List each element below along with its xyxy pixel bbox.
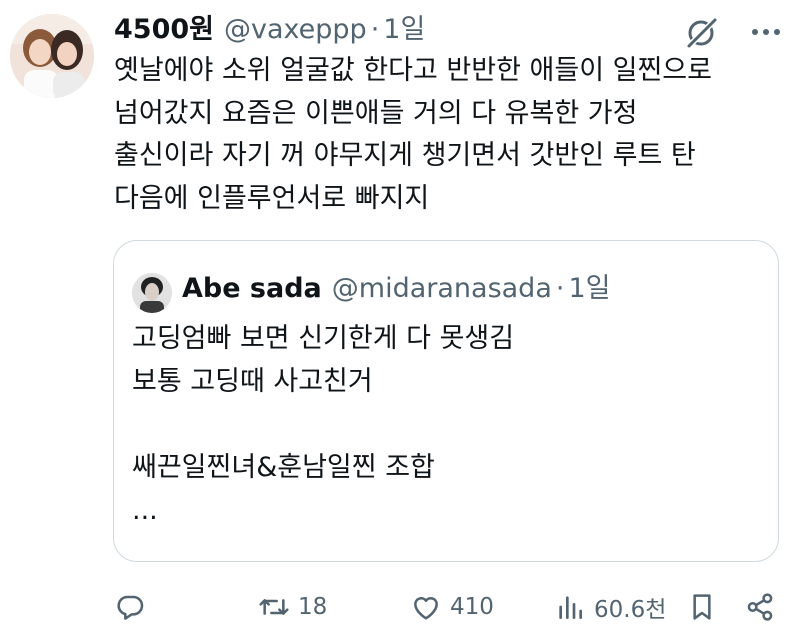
tweet-time[interactable]: 1일 xyxy=(383,10,425,50)
quoted-tweet[interactable]: Abe sada @midaranasada · 1일 고딩엄빠 보면 신기한게… xyxy=(113,240,779,562)
tweet-text: 옛날에야 소위 얼굴값 한다고 반반한 애들이 일찐으로 넘어갔지 요즘은 이쁜… xyxy=(114,50,784,220)
share-icon xyxy=(747,593,773,621)
quote-time: 1일 xyxy=(568,273,611,304)
like-button[interactable]: 410 xyxy=(410,585,494,629)
tweet-text-line: 출신이라 자기 꺼 야무지게 챙기면서 갓반인 루트 탄 xyxy=(114,140,696,171)
quote-author-name: Abe sada xyxy=(182,273,322,304)
more-options-icon[interactable] xyxy=(752,14,780,50)
quote-text-line: 보통 고딩때 사고친거 xyxy=(132,366,373,397)
quote-text: 고딩엄빠 보면 신기한게 다 못생김 보통 고딩때 사고친거 쌔끈일찐녀&훈남일… xyxy=(132,317,752,532)
quote-text-line: 고딩엄빠 보면 신기한게 다 못생김 xyxy=(132,323,515,354)
retweet-icon xyxy=(259,599,289,615)
quote-author-avatar xyxy=(132,273,172,313)
bookmark-icon xyxy=(693,594,711,620)
author-handle[interactable]: @vaxeppp xyxy=(224,10,367,50)
bookmark-button[interactable] xyxy=(686,585,718,629)
grok-icon[interactable] xyxy=(684,14,720,50)
quote-text-line: 쌔끈일찐녀&훈남일찐 조합 xyxy=(132,452,435,483)
quote-avatar-image xyxy=(132,273,172,313)
action-bar: 18 410 60.6천 xyxy=(0,585,800,629)
tweet-text-line: 다음에 인플루언서로 빠지지 xyxy=(114,182,430,214)
author-name[interactable]: 4500원 xyxy=(114,10,214,50)
quote-header: Abe sada @midaranasada · 1일 xyxy=(182,269,611,309)
views-count: 60.6천 xyxy=(594,597,667,623)
avatar-image xyxy=(10,14,94,98)
quote-text-line: ... xyxy=(132,495,158,526)
views-icon xyxy=(559,596,582,619)
share-button[interactable] xyxy=(744,585,776,629)
author-avatar[interactable] xyxy=(10,14,94,98)
quote-header-separator: · xyxy=(555,273,565,304)
quote-author-handle: @midaranasada xyxy=(331,273,552,304)
tweet-text-line: 넘어갔지 요즘은 이쁜애들 거의 다 유복한 가정 xyxy=(114,97,638,129)
views-button[interactable]: 60.6천 xyxy=(554,585,666,629)
reply-icon xyxy=(117,595,144,620)
reply-button[interactable] xyxy=(114,585,146,629)
heart-icon xyxy=(414,596,438,620)
like-count: 410 xyxy=(450,594,494,620)
tweet-text-line: 옛날에야 소위 얼굴값 한다고 반반한 애들이 일찐으로 xyxy=(114,55,712,86)
quote-text-line xyxy=(132,403,752,446)
header-separator: · xyxy=(370,14,380,45)
retweet-button[interactable]: 18 xyxy=(258,585,327,629)
tweet-header: 4500원 @vaxeppp · 1일 xyxy=(114,10,425,50)
retweet-count: 18 xyxy=(298,594,328,620)
